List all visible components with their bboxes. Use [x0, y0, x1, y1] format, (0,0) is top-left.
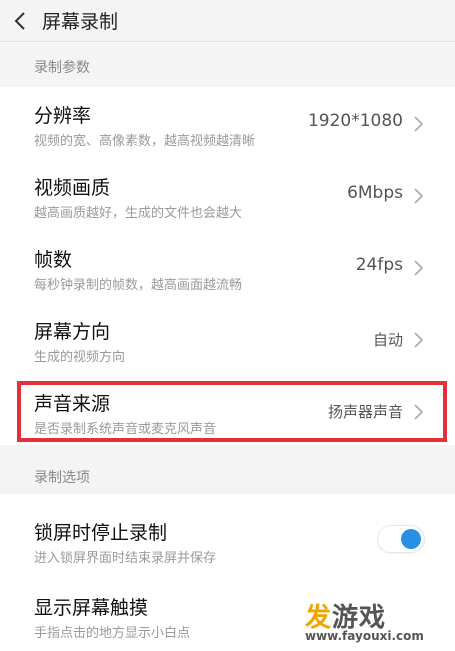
title-bar: 屏幕录制	[0, 0, 455, 42]
chevron-right-icon	[414, 116, 424, 132]
setting-value: 24fps	[355, 255, 403, 275]
setting-value: 1920*1080	[307, 111, 403, 131]
setting-title: 屏幕方向	[34, 321, 111, 343]
chevron-right-icon	[414, 260, 424, 276]
chevron-right-icon	[414, 188, 424, 204]
setting-subtitle: 每秒钟录制的帧数，越高画面越流畅	[34, 278, 243, 293]
setting-value: 6Mbps	[347, 183, 403, 203]
option-title: 显示屏幕触摸	[34, 597, 149, 619]
back-arrow-icon[interactable]	[0, 0, 40, 42]
page-title: 屏幕录制	[42, 11, 119, 33]
setting-title: 视频画质	[34, 177, 111, 199]
setting-row-orientation[interactable]: 屏幕方向 生成的视频方向 自动	[0, 303, 455, 375]
toggle-knob	[401, 529, 421, 549]
section-label: 录制选项	[34, 470, 90, 486]
section-label: 录制参数	[34, 60, 90, 76]
setting-subtitle: 越高画质越好，生成的文件也会越大	[34, 206, 243, 221]
setting-subtitle: 视频的宽、高像素数，越高视频越清晰	[34, 134, 256, 149]
watermark-logo: 发游戏 www.fayouxi.com	[305, 597, 445, 647]
chevron-right-icon	[414, 332, 424, 348]
option-subtitle: 手指点击的地方显示小白点	[34, 626, 191, 641]
section-header-params: 录制参数	[0, 43, 455, 87]
section-header-options: 录制选项	[0, 447, 455, 493]
watermark-url: www.fayouxi.com	[305, 629, 424, 643]
setting-value: 自动	[372, 331, 403, 349]
option-subtitle: 进入锁屏界面时结束录屏并保存	[34, 551, 217, 566]
highlight-box	[17, 381, 447, 442]
option-row-stop-on-lock[interactable]: 锁屏时停止录制 进入锁屏界面时结束录屏并保存	[0, 504, 455, 576]
setting-title: 分辨率	[34, 105, 92, 127]
setting-row-resolution[interactable]: 分辨率 视频的宽、高像素数，越高视频越清晰 1920*1080	[0, 87, 455, 159]
setting-subtitle: 生成的视频方向	[34, 350, 126, 365]
stop-on-lock-toggle[interactable]	[377, 525, 425, 553]
setting-row-quality[interactable]: 视频画质 越高画质越好，生成的文件也会越大 6Mbps	[0, 159, 455, 231]
setting-title: 帧数	[34, 249, 73, 271]
option-title: 锁屏时停止录制	[34, 522, 168, 544]
setting-row-framerate[interactable]: 帧数 每秒钟录制的帧数，越高画面越流畅 24fps	[0, 231, 455, 303]
